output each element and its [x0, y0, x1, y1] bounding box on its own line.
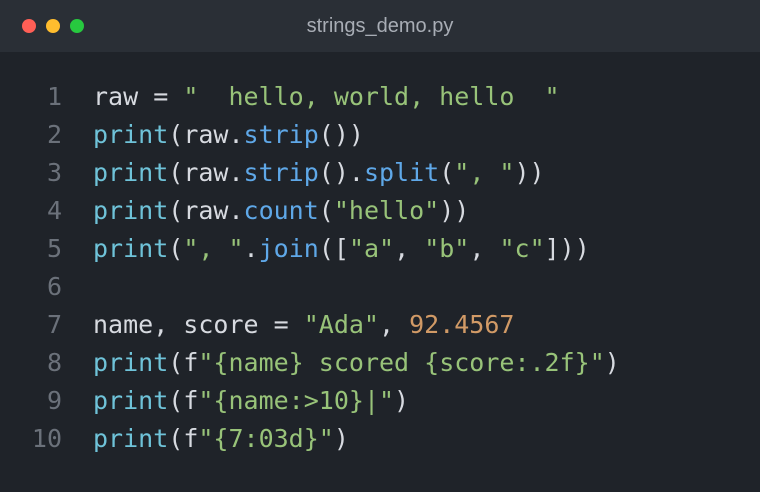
code-token: (f — [168, 348, 199, 377]
code-token: , — [394, 234, 425, 263]
editor-window: strings_demo.py 1 raw = " hello, world, h… — [0, 0, 760, 492]
line-number: 6 — [46, 272, 62, 301]
line-source: name, score = "Ada", 92.4567 — [93, 306, 514, 344]
line-number: 4 — [46, 196, 62, 225]
code-token: print — [93, 120, 169, 149]
code-editor[interactable]: 1 raw = " hello, world, hello " 2 print(raw… — [0, 78, 760, 458]
title-bar: strings_demo.py — [0, 0, 760, 52]
code-token: ) — [333, 424, 349, 453]
code-token: ( — [318, 196, 334, 225]
code-token: "{name:>10}|" — [198, 386, 395, 415]
code-token: "hello" — [333, 196, 440, 225]
line-source: print(f"{name} scored {score:.2f}") — [93, 344, 620, 382]
code-token: "a" — [348, 234, 395, 263]
code-token: (f — [168, 424, 199, 453]
line-number: 8 — [46, 348, 62, 377]
code-token: "{name} scored {score:.2f}" — [198, 348, 605, 377]
code-token: ])) — [544, 234, 590, 263]
line-source: print(f"{name:>10}|") — [93, 382, 409, 420]
code-token: " hello, world, hello " — [183, 82, 560, 111]
line-source: print(raw.count("hello")) — [93, 192, 469, 230]
code-token: join — [258, 234, 319, 263]
line-source: print(raw.strip().split(", ")) — [93, 154, 545, 192]
code-token: print — [93, 196, 169, 225]
code-token: print — [93, 158, 169, 187]
code-token: 92.4567 — [409, 310, 515, 339]
code-token: (raw. — [168, 120, 244, 149]
code-token: "b" — [424, 234, 470, 263]
code-token: ) — [604, 348, 620, 377]
code-token: ( — [168, 234, 184, 263]
code-token: , — [378, 310, 410, 339]
code-token: )) — [439, 196, 470, 225]
line-number: 9 — [46, 386, 62, 415]
code-line[interactable]: 10 print(f"{7:03d}") — [0, 420, 760, 458]
line-number: 7 — [46, 310, 62, 339]
code-token: count — [243, 196, 319, 225]
code-token: (raw. — [168, 158, 244, 187]
code-line[interactable]: 8 print(f"{name} scored {score:.2f}") — [0, 344, 760, 382]
code-token: . — [243, 234, 259, 263]
code-token: (f — [168, 386, 199, 415]
code-line[interactable]: 2 print(raw.strip()) — [0, 116, 760, 154]
code-token: strip — [243, 120, 319, 149]
line-number: 10 — [31, 424, 62, 453]
code-line[interactable]: 5 print(", ".join(["a", "b", "c"])) — [0, 230, 760, 268]
code-line[interactable]: 7 name, score = "Ada", 92.4567 — [0, 306, 760, 344]
code-token: (raw. — [168, 196, 244, 225]
code-token: print — [93, 348, 169, 377]
code-token: print — [93, 424, 169, 453]
line-source: raw = " hello, world, hello " — [93, 78, 560, 116]
code-token: ) — [394, 386, 410, 415]
line-number: 3 — [46, 158, 62, 187]
code-line[interactable]: 1 raw = " hello, world, hello " — [0, 78, 760, 116]
code-token: ( — [439, 158, 455, 187]
code-token: print — [93, 386, 169, 415]
code-token: split — [363, 158, 440, 187]
code-line[interactable]: 6 — [0, 268, 760, 306]
code-token: raw = — [93, 82, 184, 111]
code-token: strip — [243, 158, 319, 187]
code-token: "Ada" — [303, 310, 379, 339]
code-token: print — [93, 234, 169, 263]
code-token: ", " — [454, 158, 515, 187]
code-token: ", " — [183, 234, 244, 263]
code-token: ([ — [318, 234, 349, 263]
code-token: name, score = — [93, 310, 304, 339]
line-source: print(", ".join(["a", "b", "c"])) — [93, 230, 590, 268]
line-number: 5 — [46, 234, 62, 263]
code-token: ()) — [318, 120, 364, 149]
line-source: print(f"{7:03d}") — [93, 420, 349, 458]
line-number: 1 — [46, 82, 62, 111]
code-token: "{7:03d}" — [198, 424, 334, 453]
code-line[interactable]: 3 print(raw.strip().split(", ")) — [0, 154, 760, 192]
code-line[interactable]: 4 print(raw.count("hello")) — [0, 192, 760, 230]
line-source: print(raw.strip()) — [93, 116, 364, 154]
code-token: )) — [514, 158, 545, 187]
code-token: "c" — [499, 234, 545, 263]
code-token: (). — [318, 158, 364, 187]
window-title: strings_demo.py — [306, 15, 454, 37]
code-token: , — [469, 234, 500, 263]
line-number: 2 — [46, 120, 62, 149]
code-line[interactable]: 9 print(f"{name:>10}|") — [0, 382, 760, 420]
